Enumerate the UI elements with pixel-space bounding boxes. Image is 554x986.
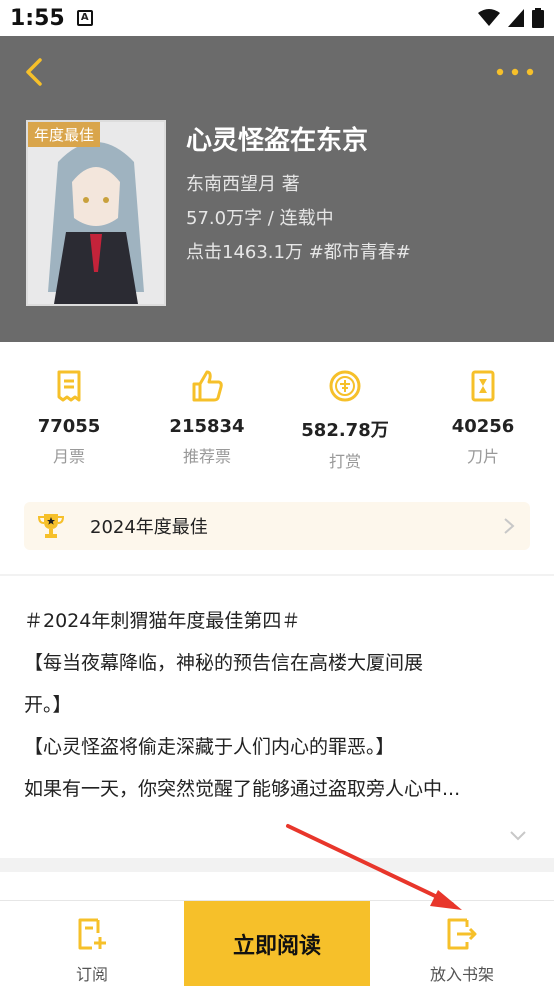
- status-time: 1:55: [10, 5, 65, 31]
- chevron-right-icon: [504, 518, 515, 534]
- subscribe-button[interactable]: 订阅: [0, 901, 184, 986]
- stat-blade[interactable]: 40256 刀片: [414, 368, 552, 467]
- reward-coin-icon: [329, 370, 361, 402]
- thumbs-up-icon: [192, 370, 223, 402]
- stat-reward[interactable]: 582.78万 打赏: [276, 368, 414, 472]
- expand-chevron-icon[interactable]: [508, 828, 528, 842]
- subscribe-label: 订阅: [75, 965, 108, 984]
- add-shelf-icon: [447, 918, 477, 950]
- award-banner[interactable]: 2024年度最佳: [24, 502, 530, 550]
- book-author[interactable]: 东南西望月 著: [186, 170, 300, 196]
- book-clicks-tag: 点击1463.1万 #都市青春#: [186, 242, 411, 263]
- stat-label: 刀片: [466, 447, 499, 466]
- status-bar: 1:55 A: [0, 0, 554, 36]
- book-intro[interactable]: ＃2024年刺猬猫年度最佳第四＃ 【每当夜幕降临，神秘的预告信在高楼大厦间展 开…: [0, 576, 554, 858]
- stat-monthly-ticket[interactable]: 77055 月票: [0, 368, 138, 467]
- stat-label: 打赏: [328, 452, 361, 471]
- stat-recommend[interactable]: 215834 推荐票: [138, 368, 276, 467]
- stat-value: 40256: [451, 416, 515, 437]
- stat-label: 推荐票: [182, 447, 231, 466]
- stat-value: 77055: [37, 416, 101, 437]
- cover-badge: 年度最佳: [28, 122, 101, 147]
- intro-line: 【每当夜幕降临，神秘的预告信在高楼大厦间展: [24, 652, 424, 674]
- more-options-icon[interactable]: [494, 60, 536, 84]
- book-words-status: 57.0万字 / 连载中: [186, 208, 334, 229]
- intro-line: ＃2024年刺猬猫年度最佳第四＃: [24, 610, 301, 632]
- notification-icon: A: [76, 10, 93, 26]
- section-divider: [0, 860, 554, 900]
- book-cover[interactable]: 年度最佳: [26, 120, 166, 306]
- wifi-icon: [478, 9, 500, 26]
- back-arrow-icon[interactable]: [18, 54, 54, 90]
- add-shelf-label: 放入书架: [429, 965, 494, 984]
- intro-line: 如果有一天，你突然觉醒了能够通过盗取旁人心中...: [24, 778, 461, 800]
- award-label: 2024年度最佳: [90, 517, 208, 538]
- signal-icon: [508, 9, 524, 27]
- cover-illustration: [28, 122, 164, 304]
- intro-line: 开。】: [24, 694, 72, 716]
- bottom-action-bar: 订阅 立即阅读 放入书架: [0, 900, 554, 986]
- battery-icon: [532, 8, 544, 28]
- add-to-shelf-button[interactable]: 放入书架: [370, 901, 554, 986]
- blade-icon: [471, 370, 495, 402]
- subscribe-icon: [78, 918, 106, 950]
- trophy-icon: [38, 514, 64, 538]
- stat-value: 215834: [169, 416, 245, 437]
- intro-line: 【心灵怪盗将偷走深藏于人们内心的罪恶。】: [24, 736, 395, 758]
- book-stats-panel: 77055 月票 215834 推荐票 582.78万 打赏 40256 刀片 …: [0, 342, 554, 574]
- book-title: 心灵怪盗在东京: [186, 126, 369, 156]
- stat-value: 582.78万: [301, 420, 389, 441]
- book-header: 年度最佳 心灵怪盗在东京 东南西望月 著 57.0万字 / 连载中 点击1463…: [0, 36, 554, 342]
- ticket-icon: [57, 370, 81, 402]
- read-now-button[interactable]: 立即阅读: [184, 901, 370, 986]
- stat-label: 月票: [52, 447, 85, 466]
